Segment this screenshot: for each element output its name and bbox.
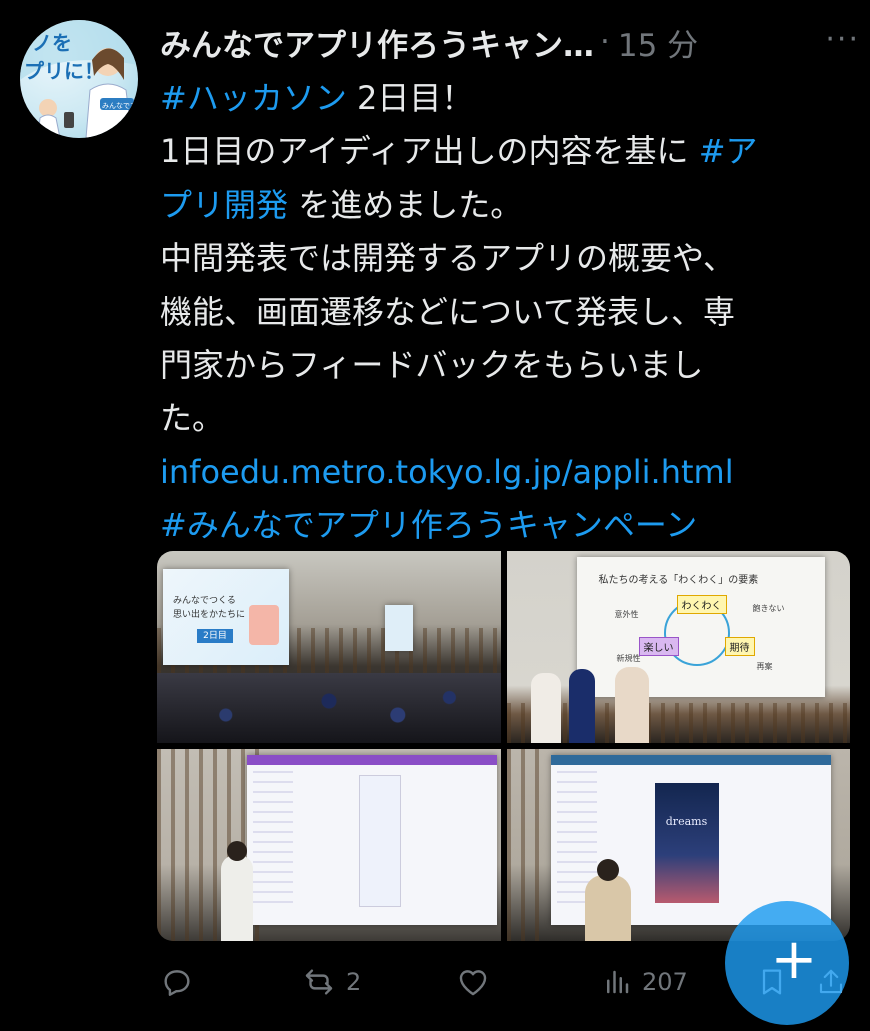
tweet-text-line: infoedu.metro.tokyo.lg.jp/appli.html: [160, 446, 850, 499]
retweet-icon: [305, 969, 333, 995]
slide1-line1: みんなでつくる: [173, 596, 236, 606]
photo-auditorium[interactable]: みんなでつくる 思い出をかたちに 2日目: [157, 551, 501, 743]
views-count: 207: [642, 968, 688, 996]
hashtag-link[interactable]: #みんなでアプリ作ろうキャンペーン: [160, 506, 697, 544]
tweet-text-line: 1日目のアイディア出しの内容を基に #ア: [160, 125, 850, 178]
app-preview: dreams: [654, 783, 719, 903]
heart-icon: [459, 970, 487, 996]
projector-screen-left: みんなでつくる 思い出をかたちに 2日目: [163, 569, 289, 665]
tweet-text-line: 中間発表では開発するアプリの概要や、: [160, 232, 850, 285]
tweet-text-line: #みんなでアプリ作ろうキャンペーン: [160, 499, 850, 552]
tweet-text-segment: 機能、画面遷移などについて発表し、専: [160, 292, 736, 331]
tweet-text-line: #ハッカソン 2日目！: [160, 72, 850, 125]
author-name[interactable]: みんなでアプリ作ろうキャン…: [160, 20, 594, 65]
media-grid: みんなでつくる 思い出をかたちに 2日目 私たちの考える「わくわく」の要素 わく…: [157, 551, 850, 941]
avatar-text-2: プリに！: [24, 59, 104, 83]
slide2-kitai: 期待: [724, 637, 755, 656]
hashtag-link[interactable]: #ア: [699, 132, 758, 170]
header-separator: ·: [600, 24, 610, 60]
tweet-text-line: 門家からフィードバックをもらいまし: [160, 339, 850, 392]
avatar-badge-text: みんなでアプ: [102, 102, 138, 110]
tweet-text-segment: 中間発表では開発するアプリの概要や、: [160, 239, 736, 278]
tweet-timestamp[interactable]: 15 分: [618, 20, 698, 65]
projected-editor-left: [247, 755, 497, 925]
author-avatar[interactable]: ノを プリに！ みんなでアプ: [20, 20, 138, 138]
avatar-illustration: ノを プリに！ みんなでアプ: [20, 20, 138, 138]
slide1-line2: 思い出をかたちに: [173, 610, 246, 620]
tweet-text-segment: 門家からフィードバックをもらいまし: [160, 345, 704, 384]
app-title: dreams: [665, 815, 708, 828]
reply-icon: [164, 970, 190, 996]
plus-icon: +: [770, 927, 818, 992]
like-button[interactable]: [456, 965, 500, 999]
slide2-tanoshii: 楽しい: [638, 637, 679, 656]
tweet-text: #ハッカソン 2日目！ 1日目のアイディア出しの内容を基に #ア プリ開発 を進めま…: [160, 72, 850, 553]
hashtag-link[interactable]: プリ開発: [160, 186, 288, 224]
views-button[interactable]: 207: [602, 967, 688, 997]
tweet-header: みんなでアプリ作ろうキャン… · 15 分 ···: [160, 20, 860, 65]
slide2-igaisei: 意外性: [614, 610, 639, 619]
tweet-text-segment: 1日目のアイディア出しの内容を基に: [160, 132, 699, 171]
retweet-count: 2: [346, 968, 362, 996]
slide1-day-badge: 2日目: [197, 629, 233, 643]
retweet-button[interactable]: 2: [302, 965, 361, 999]
slide2-akinai: 飽きない: [752, 604, 785, 613]
url-link[interactable]: infoedu.metro.tokyo.lg.jp/appli.html: [160, 453, 734, 491]
reply-button[interactable]: [160, 965, 204, 999]
tweet-text-line: た。: [160, 392, 850, 445]
slide-wakuwaku: 私たちの考える「わくわく」の要素 わくわく 楽しい 期待 意外性 飽きない 新規…: [576, 557, 825, 697]
tweet-text-segment: 2日目！: [346, 79, 474, 117]
more-options-icon[interactable]: ···: [825, 22, 860, 57]
tweet-text-segment: を進めました。: [288, 185, 523, 224]
avatar-text-1: ノを: [32, 31, 72, 55]
tweet-text-segment: た。: [160, 399, 225, 438]
slide2-shinkisei: 新規性: [616, 654, 641, 663]
projector-screen-right: [385, 605, 413, 651]
compose-fab-button[interactable]: +: [725, 901, 849, 1025]
hashtag-link[interactable]: #ハッカソン: [160, 79, 347, 117]
photo-screen-demo-left[interactable]: [157, 749, 501, 941]
views-icon: [607, 970, 629, 994]
photo-presentation[interactable]: 私たちの考える「わくわく」の要素 わくわく 楽しい 期待 意外性 飽きない 新規…: [506, 551, 850, 743]
tweet-text-line: 機能、画面遷移などについて発表し、専: [160, 286, 850, 339]
slide2-saiken: 再案: [756, 662, 773, 671]
slide2-wakuwaku: わくわく: [676, 595, 727, 614]
tweet-text-line: プリ開発 を進めました。: [160, 179, 850, 232]
